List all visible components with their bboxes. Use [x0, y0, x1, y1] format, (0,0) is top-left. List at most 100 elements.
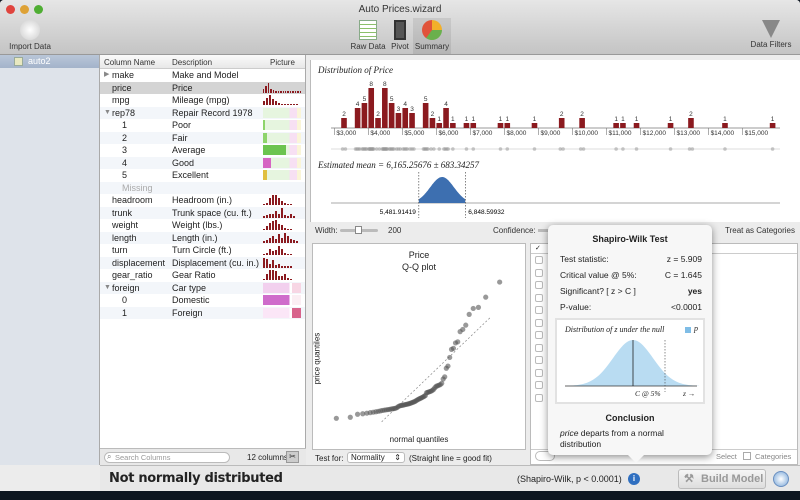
spark-bar — [270, 88, 272, 93]
column-row-foreign[interactable]: ▼ foreign Car type — [100, 281, 305, 295]
treat-as-categories[interactable]: Treat as Categories — [725, 226, 795, 235]
tick-label: $4,000 — [370, 130, 390, 137]
summary-button[interactable]: Summary — [413, 18, 451, 54]
row-checkbox[interactable] — [535, 343, 543, 352]
column-rows: ▶ make Make and Model price Price mpg Mileage … — [100, 69, 305, 319]
bar-label: 8 — [369, 81, 373, 88]
significant-label: Significant? [ z > C ] — [560, 286, 636, 296]
column-row-price[interactable]: price Price — [100, 81, 305, 94]
category-bar — [263, 157, 271, 168]
column-row-length[interactable]: length Length (in.) — [100, 231, 305, 244]
column-name: weight — [112, 220, 139, 230]
column-name: displacement — [112, 257, 166, 268]
histogram-bar — [422, 103, 429, 128]
build-model-button[interactable]: ⚒ Build Model — [678, 469, 766, 489]
column-row-headroom[interactable]: headroom Headroom (in.) — [100, 194, 305, 207]
row-checkbox[interactable] — [535, 268, 543, 277]
info-icon[interactable]: i — [628, 473, 640, 485]
column-description: Good — [172, 157, 195, 168]
spark-bar — [290, 203, 292, 205]
pivot-button[interactable]: Pivot — [389, 20, 411, 51]
width-slider[interactable] — [340, 226, 378, 234]
spark-bar — [275, 265, 277, 268]
column-row-weight[interactable]: weight Weight (lbs.) — [100, 219, 305, 232]
column-picture — [263, 170, 301, 180]
sidebar-item-auto2[interactable]: auto2 — [0, 55, 99, 68]
bar-label: 1 — [437, 116, 441, 123]
help-icon[interactable] — [773, 471, 789, 487]
disclosure-down-icon[interactable]: ▼ — [104, 282, 111, 295]
spark-bar — [272, 90, 275, 93]
row-checkbox[interactable] — [535, 293, 543, 302]
category-bar — [263, 145, 286, 155]
categories-label: Categories — [755, 452, 792, 461]
row-checkbox[interactable] — [535, 368, 543, 377]
column-row-trunk[interactable]: trunk Trunk space (cu. ft.) — [100, 206, 305, 219]
column-name: rep78 — [112, 107, 136, 118]
column-row-Missing[interactable]: Missing — [100, 181, 305, 194]
qq-point — [354, 411, 361, 417]
header-column-name[interactable]: Column Name — [104, 58, 155, 67]
bar-label: 2 — [376, 111, 380, 118]
column-picture — [263, 183, 301, 193]
spark-bar — [281, 103, 283, 105]
data-filters-button[interactable]: Data Filters — [748, 20, 794, 49]
column-row-turn[interactable]: turn Turn Circle (ft.) — [100, 244, 305, 257]
histogram-bar — [361, 103, 368, 128]
disclosure-down-icon[interactable]: ▼ — [104, 107, 111, 120]
tick-label: $9,000 — [540, 130, 560, 137]
spark-bar — [281, 266, 283, 268]
row-checkbox[interactable] — [535, 331, 543, 339]
categories-checkbox[interactable] — [743, 452, 751, 460]
row-checkbox[interactable] — [535, 256, 543, 264]
bar-label: 3 — [397, 106, 401, 113]
qq-point — [497, 279, 503, 285]
column-description: Domestic — [172, 295, 210, 305]
row-checkbox[interactable] — [535, 306, 543, 314]
column-row-1[interactable]: 1 Foreign — [100, 306, 305, 319]
disc-icon — [20, 20, 40, 40]
histogram-bar — [613, 123, 619, 128]
spark-bar — [282, 91, 284, 93]
bar-label: 1 — [505, 116, 509, 123]
spark-bar — [265, 86, 267, 93]
disclosure-right-icon[interactable]: ▶ — [104, 69, 109, 82]
column-description: Displacement (cu. in.) — [172, 257, 260, 268]
spark-bar — [287, 91, 289, 93]
row-checkbox[interactable] — [535, 318, 543, 327]
spark-bar — [272, 236, 274, 243]
spark-bar — [269, 222, 271, 230]
import-data-button[interactable]: Import Data — [8, 20, 52, 51]
column-row-5[interactable]: 5 Excellent — [100, 169, 305, 182]
row-checkbox[interactable] — [535, 356, 543, 364]
column-row-4[interactable]: 4 Good — [100, 156, 305, 169]
column-row-rep78[interactable]: ▼ rep78 Repair Record 1978 — [100, 106, 305, 120]
row-checkbox[interactable] — [535, 381, 543, 389]
column-picture — [263, 232, 301, 243]
column-row-make[interactable]: ▶ make Make and Model — [100, 69, 305, 82]
histogram-bar — [470, 123, 477, 128]
raw-data-button[interactable]: Raw Data — [350, 20, 386, 51]
tools-icon[interactable]: ✂ — [286, 451, 299, 463]
header-description[interactable]: Description — [172, 58, 212, 67]
row-checkbox[interactable] — [535, 281, 543, 289]
search-input[interactable]: Search Columns — [104, 452, 230, 463]
spark-bar — [266, 240, 268, 243]
column-row-0[interactable]: 0 Domestic — [100, 294, 305, 307]
column-name: Missing — [122, 182, 153, 193]
test-select[interactable]: Normality ⇕ — [347, 452, 405, 463]
column-row-mpg[interactable]: mpg Mileage (mpg) — [100, 94, 305, 107]
column-row-3[interactable]: 3 Average — [100, 144, 305, 157]
column-row-gear_ratio[interactable]: gear_ratio Gear Ratio — [100, 269, 305, 282]
null-curve — [565, 340, 699, 392]
column-row-1[interactable]: 1 Poor — [100, 119, 305, 132]
select-button[interactable]: Select — [716, 452, 737, 461]
histogram-bar — [388, 103, 395, 128]
column-row-2[interactable]: 2 Fair — [100, 131, 305, 144]
column-description: Turn Circle (ft.) — [172, 245, 232, 255]
spark-bar — [284, 91, 287, 93]
row-checkbox[interactable] — [535, 393, 543, 402]
spark-bar — [289, 91, 292, 93]
column-row-displacement[interactable]: displacement Displacement (cu. in.) — [100, 256, 305, 269]
header-picture[interactable]: Picture — [270, 58, 295, 67]
